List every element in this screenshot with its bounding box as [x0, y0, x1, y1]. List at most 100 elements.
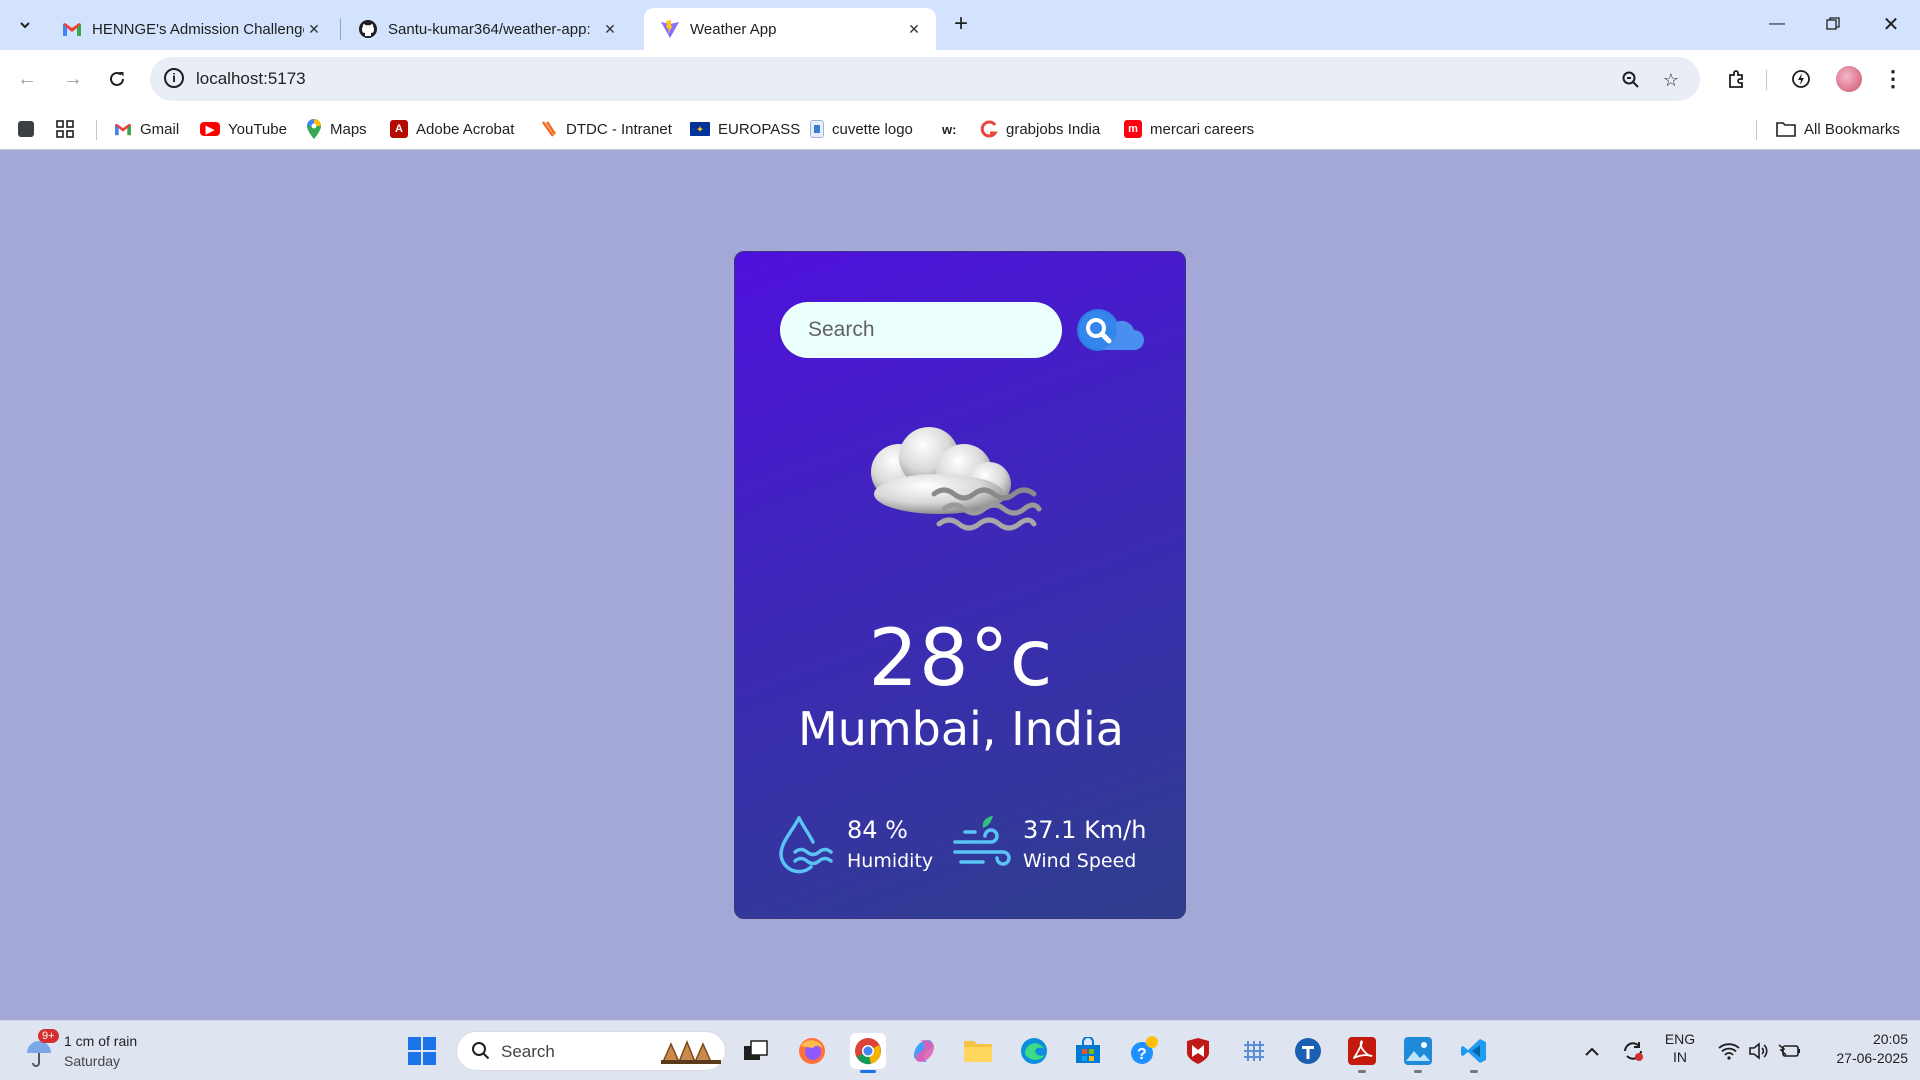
- bookmark-youtube[interactable]: ▶ YouTube: [200, 116, 287, 142]
- bookmark-label: cuvette logo: [832, 120, 913, 138]
- humidity-icon: [779, 816, 833, 874]
- bookmark-w[interactable]: w:: [942, 116, 956, 142]
- tab-henngé[interactable]: HENNGE's Admission Challenge ✕: [46, 8, 336, 50]
- restore-icon[interactable]: [1818, 10, 1848, 38]
- bookmark-dtdc[interactable]: DTDC - Intranet: [540, 116, 672, 142]
- language-indicator[interactable]: ENG IN: [1660, 1031, 1700, 1071]
- cuvette-icon: [810, 120, 824, 138]
- bookmark-grabjobs[interactable]: grabjobs India: [980, 116, 1100, 142]
- acrobat-taskbar-icon[interactable]: [1344, 1033, 1380, 1073]
- snipping-icon[interactable]: [1236, 1033, 1272, 1069]
- store-icon[interactable]: [1070, 1033, 1106, 1069]
- chevron-down-icon: [20, 22, 30, 29]
- sync-icon[interactable]: [1616, 1033, 1650, 1069]
- browser-toolbar: ← → i localhost:5173 ☆ ⋮: [0, 50, 1920, 108]
- eu-flag-icon: ✦: [690, 122, 710, 136]
- tab-github[interactable]: Santu-kumar364/weather-app: ✕: [342, 8, 632, 50]
- wind-stat: 37.1 Km/h Wind Speed: [953, 814, 1146, 874]
- tab-search-button[interactable]: [12, 12, 38, 38]
- extensions-icon[interactable]: [1722, 64, 1752, 94]
- reload-icon[interactable]: [102, 64, 132, 94]
- taskbar-search-label: Search: [501, 1042, 555, 1061]
- battery-icon: [1778, 1044, 1800, 1057]
- address-url[interactable]: localhost:5173: [196, 69, 306, 89]
- tab-title: Santu-kumar364/weather-app:: [388, 20, 591, 38]
- grabjobs-icon: [980, 120, 998, 138]
- zoom-icon[interactable]: [1620, 69, 1642, 91]
- back-icon[interactable]: ←: [12, 64, 42, 94]
- temperature: 28°c: [868, 614, 1054, 704]
- copilot-icon[interactable]: [906, 1033, 942, 1069]
- firefox-icon[interactable]: [794, 1033, 830, 1069]
- windows-taskbar: 9+ 1 cm of rain Saturday Search ? ENG IN…: [0, 1020, 1920, 1080]
- all-bookmarks[interactable]: All Bookmarks: [1776, 116, 1900, 142]
- minimize-icon[interactable]: —: [1762, 10, 1792, 38]
- search-input[interactable]: [780, 302, 1062, 358]
- close-icon[interactable]: ✕: [904, 19, 924, 39]
- menu-dots-icon[interactable]: ⋮: [1878, 64, 1908, 94]
- bookmark-label: Adobe Acrobat: [416, 120, 515, 138]
- mist-cloud-icon: [859, 422, 1059, 542]
- bookmark-acrobat[interactable]: A Adobe Acrobat: [390, 116, 514, 142]
- folder-icon: [1776, 122, 1796, 137]
- search-button[interactable]: [1076, 306, 1144, 354]
- photos-icon[interactable]: [1400, 1033, 1436, 1073]
- acrobat-icon: A: [390, 120, 408, 138]
- mcafee-icon[interactable]: [1180, 1033, 1216, 1069]
- tab-divider: [340, 18, 341, 40]
- teamviewer-icon[interactable]: [1290, 1033, 1326, 1069]
- bookmark-label: YouTube: [228, 120, 287, 138]
- search-highlight-icon: [661, 1039, 721, 1064]
- github-icon: [359, 20, 377, 38]
- bookmark-label: mercari careers: [1150, 120, 1255, 138]
- bookmark-divider: [96, 120, 97, 140]
- lang-bottom: IN: [1673, 1049, 1687, 1065]
- chrome-icon[interactable]: [850, 1033, 886, 1073]
- weather-widget[interactable]: 9+ 1 cm of rain Saturday: [20, 1029, 180, 1073]
- tab-strip: HENNGE's Admission Challenge ✕ Santu-kum…: [0, 0, 1920, 50]
- site-info-icon[interactable]: i: [164, 68, 184, 88]
- bookmarks-bar: Gmail ▶ YouTube Maps A Adobe Acrobat DTD…: [0, 108, 1920, 150]
- tab-title: Weather App: [690, 20, 777, 38]
- humidity-stat: 84 % Humidity: [777, 814, 933, 874]
- file-explorer-icon[interactable]: [960, 1033, 996, 1069]
- vscode-icon[interactable]: [1456, 1033, 1492, 1073]
- close-icon[interactable]: ✕: [600, 19, 620, 39]
- city-name: Mumbai, India: [798, 702, 1124, 756]
- edge-icon[interactable]: [1016, 1033, 1052, 1069]
- reading-list-icon[interactable]: [18, 116, 34, 142]
- svg-text:?: ?: [1137, 1046, 1147, 1063]
- bookmark-star-icon[interactable]: ☆: [1660, 69, 1682, 91]
- profile-avatar[interactable]: [1836, 66, 1862, 92]
- new-tab-button[interactable]: +: [948, 12, 974, 38]
- wifi-icon: [1718, 1043, 1740, 1060]
- bookmark-mercari[interactable]: m mercari careers: [1124, 116, 1254, 142]
- performance-icon[interactable]: [1786, 64, 1816, 94]
- gmail-icon: [115, 123, 131, 136]
- bookmark-label: w:: [942, 121, 957, 137]
- tab-weather-app[interactable]: Weather App ✕: [644, 8, 936, 50]
- bookmark-maps[interactable]: Maps: [306, 116, 367, 142]
- close-window-icon[interactable]: ✕: [1876, 10, 1906, 38]
- bookmark-label: EUROPASS: [718, 120, 801, 138]
- weather-card: 28°c Mumbai, India 84 % Humidity: [734, 251, 1186, 919]
- forward-icon[interactable]: →: [58, 64, 88, 94]
- bookmark-europass[interactable]: ✦ EUROPASS: [690, 116, 800, 142]
- taskbar-search[interactable]: Search: [456, 1031, 726, 1071]
- address-bar[interactable]: i localhost:5173 ☆: [150, 57, 1700, 101]
- system-tray-status[interactable]: [1710, 1033, 1810, 1069]
- weather-day: Saturday: [64, 1053, 121, 1069]
- help-icon[interactable]: ?: [1126, 1033, 1162, 1069]
- bookmark-cuvette[interactable]: cuvette logo: [810, 116, 913, 142]
- weather-badge: 9+: [38, 1029, 59, 1043]
- close-icon[interactable]: ✕: [304, 19, 324, 39]
- task-view-icon[interactable]: [738, 1033, 774, 1069]
- chevron-up-icon[interactable]: [1574, 1033, 1610, 1069]
- bookmark-divider: [1756, 120, 1757, 140]
- umbrella-icon: [27, 1041, 51, 1067]
- windows-start-icon[interactable]: [404, 1033, 440, 1069]
- bookmark-gmail[interactable]: Gmail: [114, 116, 179, 142]
- bookmark-label: Gmail: [140, 120, 180, 138]
- apps-grid-icon[interactable]: [56, 116, 74, 142]
- clock[interactable]: 20:05 27-06-2025: [1812, 1031, 1908, 1071]
